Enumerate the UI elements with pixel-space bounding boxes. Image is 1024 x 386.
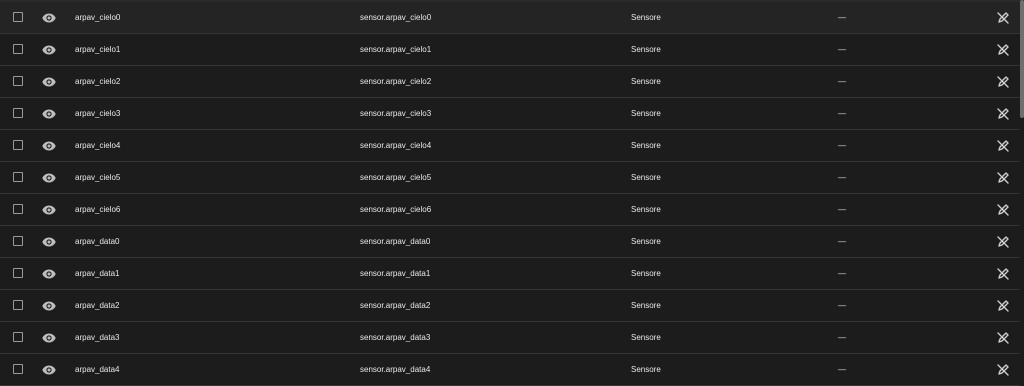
row-checkbox[interactable]	[13, 268, 23, 278]
integration-name: Sensore	[631, 45, 661, 54]
eye-icon[interactable]	[41, 66, 57, 98]
entity-name: arpav_data1	[75, 269, 120, 278]
pencil-off-icon[interactable]	[994, 226, 1012, 258]
pencil-off-icon[interactable]	[994, 290, 1012, 322]
entity-id: sensor.arpav_cielo2	[360, 77, 432, 86]
table-row[interactable]: arpav_cielo2 sensor.arpav_cielo2 Sensore…	[0, 66, 1020, 98]
eye-icon[interactable]	[41, 2, 57, 34]
eye-icon[interactable]	[41, 130, 57, 162]
table-row[interactable]: arpav_data4 sensor.arpav_data4 Sensore —	[0, 354, 1020, 386]
entity-id: sensor.arpav_data4	[360, 365, 431, 374]
entity-name: arpav_cielo4	[75, 141, 121, 150]
row-checkbox[interactable]	[13, 300, 23, 310]
area-name: —	[838, 237, 846, 246]
row-checkbox[interactable]	[13, 236, 23, 246]
row-checkbox[interactable]	[13, 12, 23, 22]
area-name: —	[838, 205, 846, 214]
integration-name: Sensore	[631, 237, 661, 246]
row-checkbox[interactable]	[13, 332, 23, 342]
entity-id: sensor.arpav_cielo6	[360, 205, 432, 214]
eye-icon[interactable]	[41, 354, 57, 386]
pencil-off-icon[interactable]	[994, 2, 1012, 34]
table-row[interactable]: arpav_cielo4 sensor.arpav_cielo4 Sensore…	[0, 130, 1020, 162]
table-row[interactable]: arpav_cielo3 sensor.arpav_cielo3 Sensore…	[0, 98, 1020, 130]
entity-name: arpav_data2	[75, 301, 120, 310]
integration-name: Sensore	[631, 141, 661, 150]
pencil-off-icon[interactable]	[994, 130, 1012, 162]
table-row[interactable]: arpav_cielo0 sensor.arpav_cielo0 Sensore…	[0, 2, 1020, 34]
entity-name: arpav_data3	[75, 333, 120, 342]
eye-icon[interactable]	[41, 226, 57, 258]
entity-id: sensor.arpav_cielo4	[360, 141, 432, 150]
pencil-off-icon[interactable]	[994, 194, 1012, 226]
area-name: —	[838, 333, 846, 342]
entity-name: arpav_cielo6	[75, 205, 121, 214]
area-name: —	[838, 13, 846, 22]
row-checkbox[interactable]	[13, 140, 23, 150]
integration-name: Sensore	[631, 13, 661, 22]
row-checkbox[interactable]	[13, 108, 23, 118]
pencil-off-icon[interactable]	[994, 162, 1012, 194]
entity-id: sensor.arpav_data3	[360, 333, 431, 342]
pencil-off-icon[interactable]	[994, 98, 1012, 130]
table-row[interactable]: arpav_cielo1 sensor.arpav_cielo1 Sensore…	[0, 34, 1020, 66]
eye-icon[interactable]	[41, 98, 57, 130]
row-checkbox[interactable]	[13, 172, 23, 182]
pencil-off-icon[interactable]	[994, 34, 1012, 66]
integration-name: Sensore	[631, 77, 661, 86]
area-name: —	[838, 269, 846, 278]
pencil-off-icon[interactable]	[994, 354, 1012, 386]
integration-name: Sensore	[631, 333, 661, 342]
row-checkbox[interactable]	[13, 76, 23, 86]
integration-name: Sensore	[631, 301, 661, 310]
entities-table: arpav_cielo0 sensor.arpav_cielo0 Sensore…	[0, 2, 1020, 386]
table-row[interactable]: arpav_data0 sensor.arpav_data0 Sensore —	[0, 226, 1020, 258]
table-row[interactable]: arpav_data3 sensor.arpav_data3 Sensore —	[0, 322, 1020, 354]
row-checkbox[interactable]	[13, 364, 23, 374]
area-name: —	[838, 365, 846, 374]
table-row[interactable]: arpav_data2 sensor.arpav_data2 Sensore —	[0, 290, 1020, 322]
eye-icon[interactable]	[41, 290, 57, 322]
pencil-off-icon[interactable]	[994, 322, 1012, 354]
eye-icon[interactable]	[41, 34, 57, 66]
integration-name: Sensore	[631, 173, 661, 182]
eye-icon[interactable]	[41, 194, 57, 226]
entity-name: arpav_data0	[75, 237, 120, 246]
area-name: —	[838, 301, 846, 310]
scrollbar-track[interactable]	[1020, 0, 1024, 385]
row-checkbox[interactable]	[13, 44, 23, 54]
entity-name: arpav_cielo1	[75, 45, 121, 54]
entity-id: sensor.arpav_cielo5	[360, 173, 432, 182]
table-row[interactable]: arpav_cielo6 sensor.arpav_cielo6 Sensore…	[0, 194, 1020, 226]
eye-icon[interactable]	[41, 258, 57, 290]
integration-name: Sensore	[631, 205, 661, 214]
entity-id: sensor.arpav_cielo3	[360, 109, 432, 118]
entity-name: arpav_cielo2	[75, 77, 121, 86]
entity-id: sensor.arpav_data0	[360, 237, 431, 246]
area-name: —	[838, 45, 846, 54]
area-name: —	[838, 109, 846, 118]
area-name: —	[838, 77, 846, 86]
table-row[interactable]: arpav_cielo5 sensor.arpav_cielo5 Sensore…	[0, 162, 1020, 194]
entity-name: arpav_cielo3	[75, 109, 121, 118]
entity-name: arpav_cielo5	[75, 173, 121, 182]
table-row[interactable]: arpav_data1 sensor.arpav_data1 Sensore —	[0, 258, 1020, 290]
pencil-off-icon[interactable]	[994, 258, 1012, 290]
pencil-off-icon[interactable]	[994, 66, 1012, 98]
row-checkbox[interactable]	[13, 204, 23, 214]
entity-id: sensor.arpav_cielo1	[360, 45, 432, 54]
eye-icon[interactable]	[41, 162, 57, 194]
integration-name: Sensore	[631, 365, 661, 374]
area-name: —	[838, 141, 846, 150]
entity-name: arpav_data4	[75, 365, 120, 374]
area-name: —	[838, 173, 846, 182]
entity-name: arpav_cielo0	[75, 13, 121, 22]
entity-id: sensor.arpav_cielo0	[360, 13, 432, 22]
entity-id: sensor.arpav_data1	[360, 269, 431, 278]
scrollbar-thumb[interactable]	[1020, 0, 1024, 118]
eye-icon[interactable]	[41, 322, 57, 354]
integration-name: Sensore	[631, 109, 661, 118]
entity-id: sensor.arpav_data2	[360, 301, 431, 310]
integration-name: Sensore	[631, 269, 661, 278]
